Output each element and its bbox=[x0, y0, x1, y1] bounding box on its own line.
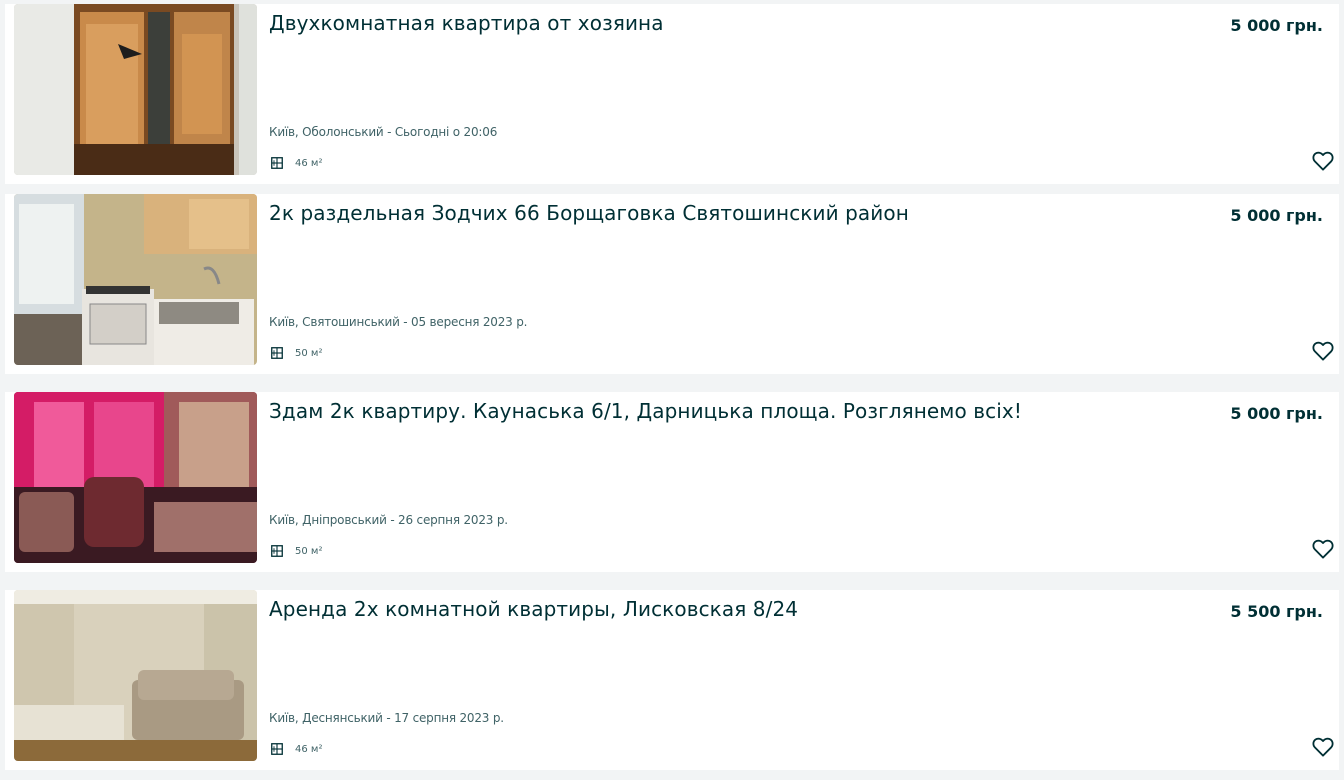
listing-price: 5 500 грн. bbox=[1230, 602, 1323, 621]
listing-title[interactable]: Здам 2к квартиру. Каунаська 6/1, Дарниць… bbox=[269, 398, 1022, 424]
listing-title[interactable]: Аренда 2х комнатной квартиры, Лисковская… bbox=[269, 596, 798, 622]
listing-location-date: Київ, Оболонський - Сьогодні о 20:06 bbox=[269, 125, 498, 139]
heart-outline-icon bbox=[1312, 539, 1334, 559]
listing-card[interactable]: Двухкомнатная квартира от хозяина 5 000 … bbox=[5, 4, 1339, 184]
listing-area-value: 50 м² bbox=[295, 347, 323, 359]
heart-outline-icon bbox=[1312, 151, 1334, 171]
listing-price: 5 000 грн. bbox=[1230, 404, 1323, 423]
floor-plan-icon bbox=[271, 157, 283, 169]
listing-area: 50 м² bbox=[271, 346, 322, 360]
listing-photo[interactable] bbox=[14, 194, 257, 365]
floor-plan-icon bbox=[271, 545, 283, 557]
listing-location-date: Київ, Деснянський - 17 серпня 2023 р. bbox=[269, 711, 504, 725]
listing-area: 50 м² bbox=[271, 544, 322, 558]
listing-area-value: 50 м² bbox=[295, 545, 323, 557]
listing-title[interactable]: Двухкомнатная квартира от хозяина bbox=[269, 10, 664, 36]
listing-photo[interactable] bbox=[14, 590, 257, 761]
listing-card[interactable]: 2к раздельная Зодчих 66 Борщаговка Свято… bbox=[5, 194, 1339, 374]
listing-location-date: Київ, Святошинський - 05 вересня 2023 р. bbox=[269, 315, 528, 329]
favorite-button[interactable] bbox=[1312, 737, 1334, 757]
heart-outline-icon bbox=[1312, 737, 1334, 757]
listing-card[interactable]: Аренда 2х комнатной квартиры, Лисковская… bbox=[5, 590, 1339, 770]
listing-area: 46 м² bbox=[271, 742, 322, 756]
heart-outline-icon bbox=[1312, 341, 1334, 361]
floor-plan-icon bbox=[271, 347, 283, 359]
favorite-button[interactable] bbox=[1312, 539, 1334, 559]
listing-area-value: 46 м² bbox=[295, 743, 323, 755]
listing-photo[interactable] bbox=[14, 392, 257, 563]
listing-location-date: Київ, Дніпровський - 26 серпня 2023 р. bbox=[269, 513, 508, 527]
listing-area-value: 46 м² bbox=[295, 157, 323, 169]
listing-title[interactable]: 2к раздельная Зодчих 66 Борщаговка Свято… bbox=[269, 200, 909, 226]
listing-price: 5 000 грн. bbox=[1230, 206, 1323, 225]
favorite-button[interactable] bbox=[1312, 151, 1334, 171]
listing-photo[interactable] bbox=[14, 4, 257, 175]
listing-price: 5 000 грн. bbox=[1230, 16, 1323, 35]
favorite-button[interactable] bbox=[1312, 341, 1334, 361]
floor-plan-icon bbox=[271, 743, 283, 755]
listing-list: Двухкомнатная квартира от хозяина 5 000 … bbox=[0, 0, 1344, 780]
listing-card[interactable]: Здам 2к квартиру. Каунаська 6/1, Дарниць… bbox=[5, 392, 1339, 572]
listing-area: 46 м² bbox=[271, 156, 322, 170]
